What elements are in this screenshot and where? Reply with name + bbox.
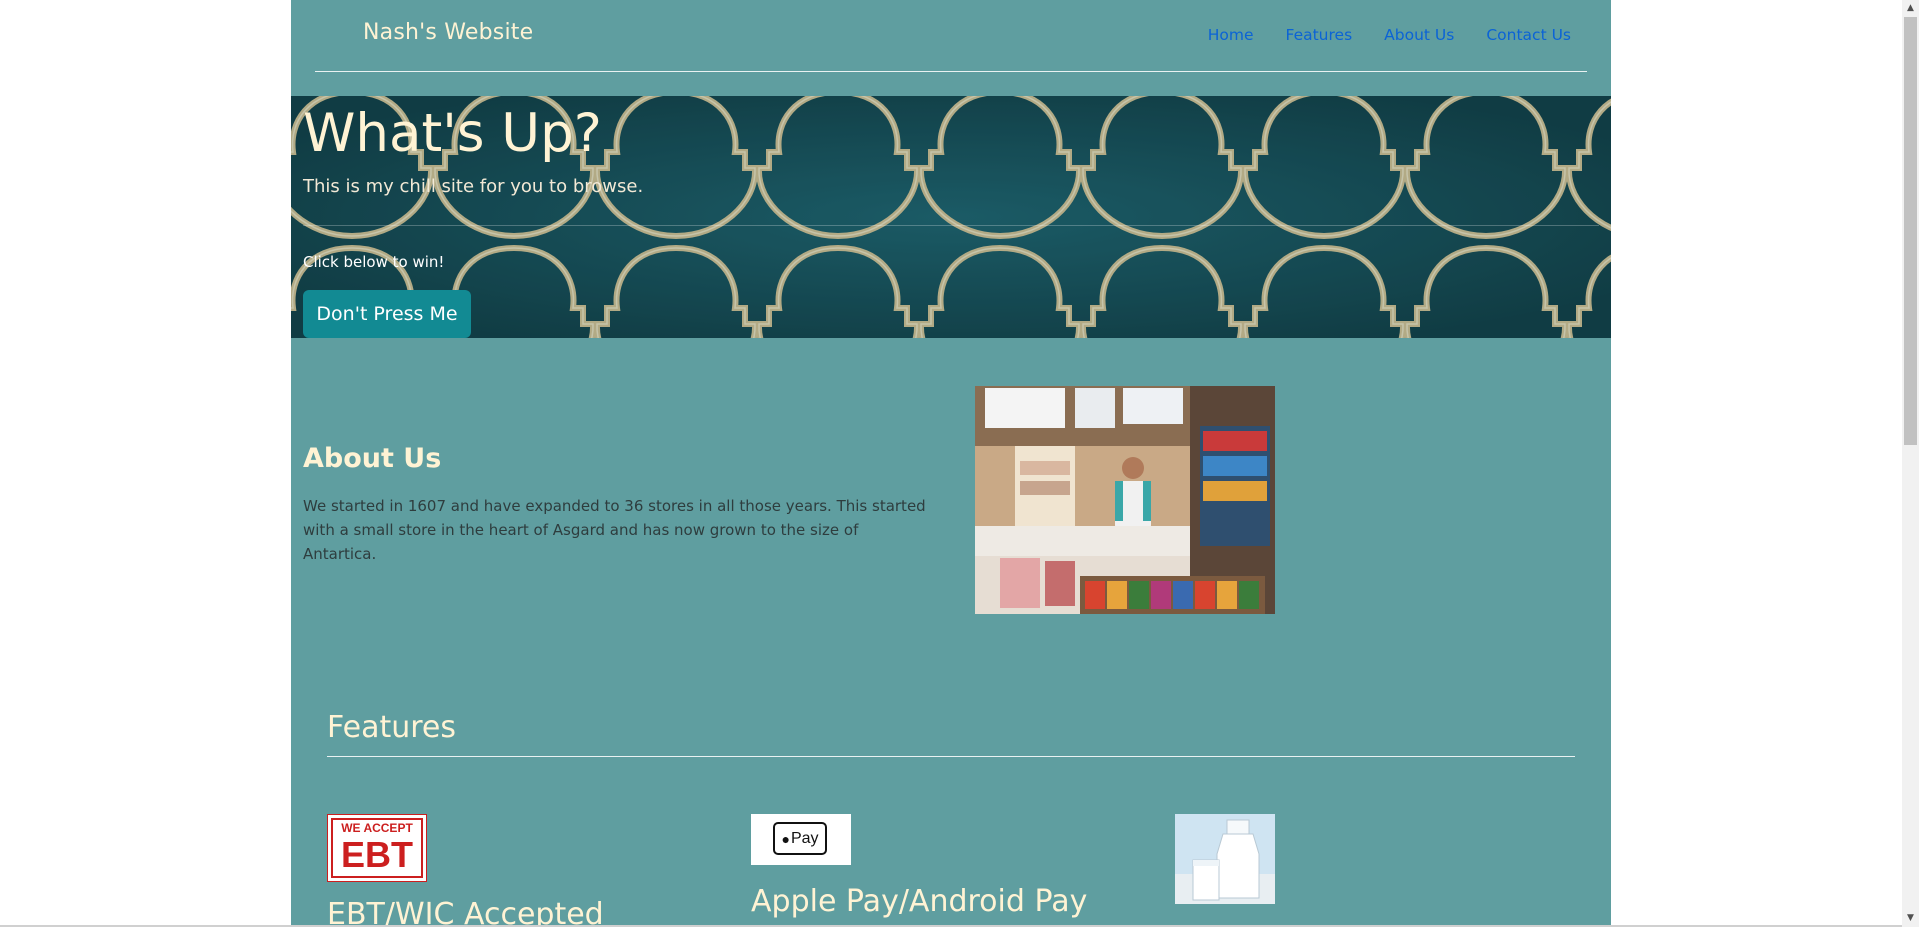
- main-nav: Home Features About Us Contact Us: [1208, 26, 1571, 44]
- header-divider: [315, 71, 1587, 72]
- site-brand[interactable]: Nash's Website: [363, 20, 533, 45]
- dont-press-me-button[interactable]: Don't Press Me: [303, 290, 471, 338]
- scrollbar-thumb[interactable]: [1904, 17, 1917, 445]
- store-counter-photo: [975, 386, 1275, 614]
- features-divider: [327, 756, 1575, 757]
- page-container: Nash's Website Home Features About Us Co…: [291, 0, 1611, 927]
- ebt-logo-top-text: WE ACCEPT: [341, 821, 413, 835]
- hero-divider: [303, 225, 1599, 226]
- hero-note: Click below to win!: [303, 253, 445, 271]
- apple-glyph-icon: ●: [781, 830, 790, 847]
- ebt-logo-icon: WE ACCEPT EBT: [327, 814, 427, 882]
- ebt-logo-main-text: EBT: [341, 834, 413, 875]
- nav-home[interactable]: Home: [1208, 26, 1254, 44]
- about-us-text: We started in 1607 and have expanded to …: [303, 497, 926, 563]
- hero-banner: What's Up? This is my chill site for you…: [291, 96, 1611, 338]
- apple-pay-logo-icon: ● Pay: [751, 814, 851, 865]
- features-heading: Features: [327, 710, 456, 745]
- feature-apple-pay-title: Apple Pay/Android Pay: [751, 884, 1088, 919]
- feature-ebt-title: EBT/WIC Accepted: [327, 897, 604, 927]
- nav-contact-us[interactable]: Contact Us: [1486, 26, 1571, 44]
- scroll-up-arrow-icon[interactable]: ▲: [1902, 0, 1919, 17]
- nav-about-us[interactable]: About Us: [1384, 26, 1454, 44]
- nav-features[interactable]: Features: [1286, 26, 1353, 44]
- hero-title: What's Up?: [303, 103, 602, 164]
- about-us-heading: About Us: [303, 443, 442, 474]
- apple-pay-logo-text: Pay: [790, 829, 819, 847]
- scroll-down-arrow-icon[interactable]: ▼: [1902, 910, 1919, 927]
- milk-photo-icon: [1175, 814, 1275, 904]
- vertical-scrollbar[interactable]: ▲ ▼: [1902, 0, 1919, 927]
- hero-subtitle: This is my chill site for you to browse.: [303, 176, 644, 197]
